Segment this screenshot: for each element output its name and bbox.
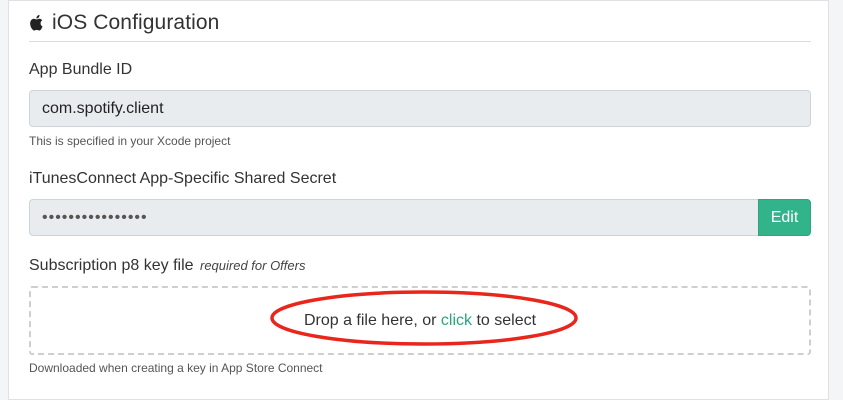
- dropzone-prefix: Drop a file here, or: [303, 311, 437, 329]
- bundle-id-label: App Bundle ID: [29, 61, 133, 78]
- p8-key-help: Downloaded when creating a key in App St…: [29, 361, 323, 375]
- apple-icon: [30, 14, 43, 31]
- p8-key-label: Subscription p8 key file required for Of…: [29, 257, 305, 275]
- shared-secret-label: iTunesConnect App-Specific Shared Secret: [29, 170, 337, 187]
- bundle-id-help: This is specified in your Xcode project: [29, 134, 231, 148]
- ios-configuration-card: iOS Configuration App Bundle ID com.spot…: [8, 0, 829, 400]
- bundle-id-field[interactable]: com.spotify.client: [29, 90, 811, 127]
- edit-secret-button[interactable]: Edit: [758, 199, 811, 236]
- dropzone-suffix: to select: [476, 311, 537, 329]
- section-header: iOS Configuration: [29, 5, 811, 42]
- shared-secret-group: •••••••••••••••• Edit: [29, 199, 811, 236]
- dropzone-click-link[interactable]: click: [441, 312, 472, 330]
- p8-key-dropzone[interactable]: Drop a file here, or click to select: [29, 286, 811, 355]
- p8-key-required-note: required for Offers: [199, 258, 306, 273]
- section-title: iOS Configuration: [52, 11, 220, 34]
- p8-key-label-text: Subscription p8 key file: [29, 257, 194, 274]
- shared-secret-field[interactable]: ••••••••••••••••: [29, 199, 758, 236]
